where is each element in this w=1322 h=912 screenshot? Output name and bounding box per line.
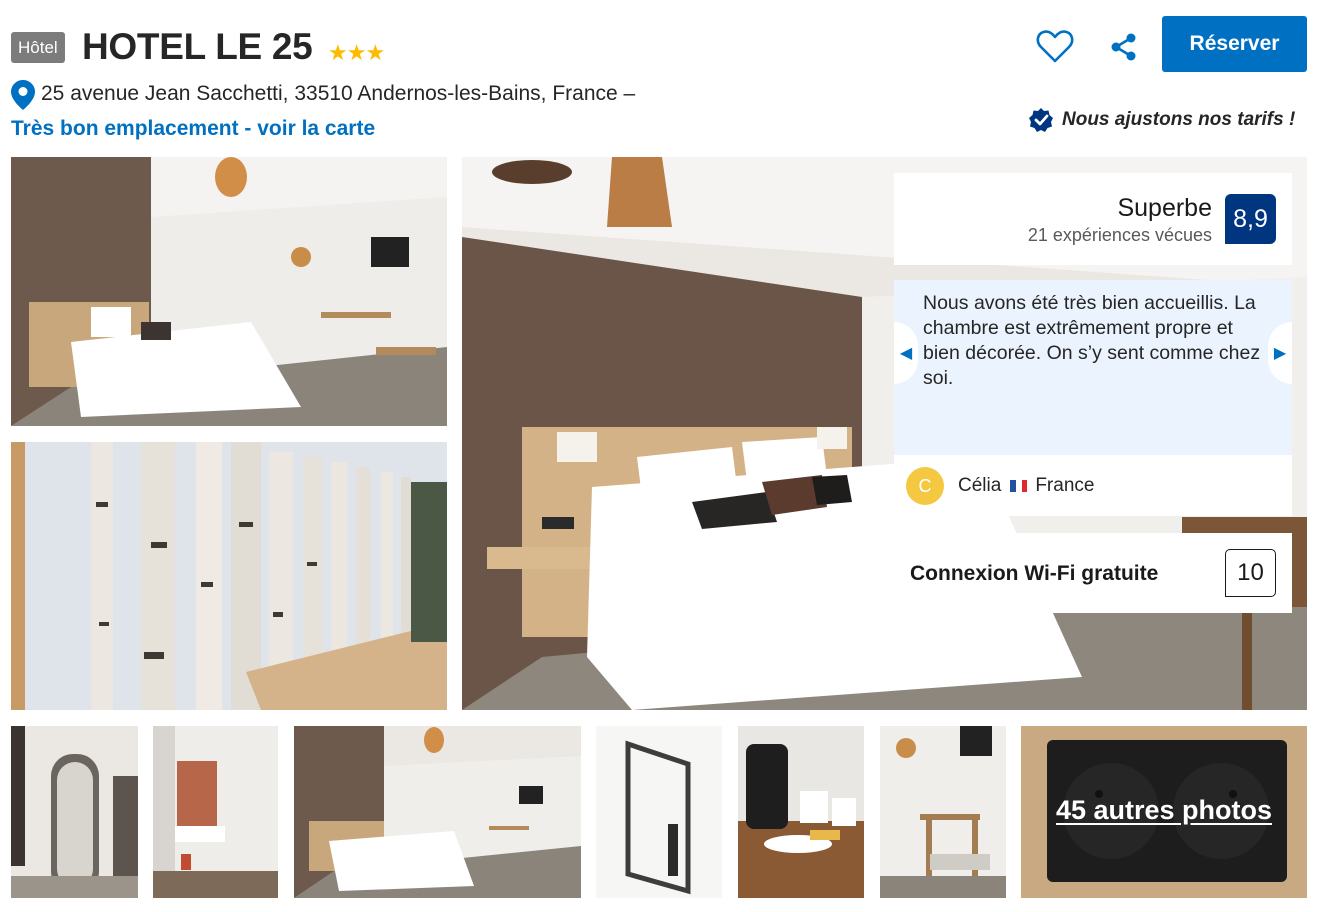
- location-pin-icon: [11, 80, 35, 110]
- score-badge: 8,9: [1225, 194, 1276, 244]
- thumbnail-desk[interactable]: [880, 726, 1006, 898]
- review-count: 21 expériences vécues: [1027, 225, 1212, 245]
- thumbnail-bathroom[interactable]: [153, 726, 278, 898]
- france-flag-icon: [1010, 480, 1028, 492]
- price-match-badge-icon: [1029, 108, 1053, 132]
- price-match-notice[interactable]: Nous ajustons nos tarifs !: [1028, 107, 1295, 133]
- price-match-text: Nous ajustons nos tarifs !: [1062, 109, 1296, 130]
- review-score-card[interactable]: Superbe 21 expériences vécues 8,9: [894, 173, 1292, 265]
- star-rating: ★★★: [328, 40, 385, 65]
- score-label: Superbe: [1117, 194, 1212, 222]
- hotel-address: 25 avenue Jean Sacchetti, 33510 Andernos…: [41, 82, 636, 105]
- desk-thumbnail-image: [880, 726, 1006, 898]
- kettle-thumbnail-image: [738, 726, 864, 898]
- review-prev-arrow-icon[interactable]: ◀: [894, 322, 918, 384]
- reserve-button[interactable]: Réserver: [1162, 16, 1307, 72]
- bedroom-photo-image: [11, 157, 447, 426]
- review-next-arrow-icon[interactable]: ▶: [1268, 322, 1292, 384]
- reviewer-avatar: C: [906, 467, 944, 505]
- bathroom-thumbnail-image: [153, 726, 278, 898]
- map-link[interactable]: Très bon emplacement - voir la carte: [11, 117, 375, 141]
- reviewer-country: France: [1035, 475, 1095, 496]
- hotel-title: HOTEL LE 25: [82, 26, 313, 67]
- photo-birch-wall[interactable]: [11, 442, 447, 710]
- wifi-rating-card: Connexion Wi-Fi gratuite 10: [894, 533, 1292, 613]
- bedroom2-thumbnail-image: [294, 726, 581, 898]
- guest-review-card: Nous avons été très bien accueillis. La …: [894, 280, 1292, 516]
- share-icon[interactable]: [1108, 30, 1140, 64]
- reviewer-info: C Célia France: [906, 467, 1094, 505]
- photo-bedroom-1[interactable]: [11, 157, 447, 426]
- property-type-badge: Hôtel: [11, 32, 65, 63]
- wifi-label: Connexion Wi-Fi gratuite: [910, 562, 1159, 585]
- wifi-score-badge: 10: [1225, 549, 1276, 597]
- thumbnail-room-number[interactable]: [596, 726, 722, 898]
- room-number-thumbnail-image: [596, 726, 722, 898]
- birch-photo-image: [11, 442, 447, 710]
- heart-icon[interactable]: [1036, 28, 1074, 64]
- mirror-thumbnail-image: [11, 726, 138, 898]
- review-text: Nous avons été très bien accueillis. La …: [923, 292, 1261, 389]
- more-photos-link[interactable]: 45 autres photos: [1021, 795, 1307, 826]
- reviewer-name: Célia: [958, 475, 1002, 496]
- thumbnail-mirror[interactable]: [11, 726, 138, 898]
- thumbnail-kettle[interactable]: [738, 726, 864, 898]
- thumbnail-bedroom-2[interactable]: [294, 726, 581, 898]
- review-quote-area: Nous avons été très bien accueillis. La …: [894, 280, 1292, 455]
